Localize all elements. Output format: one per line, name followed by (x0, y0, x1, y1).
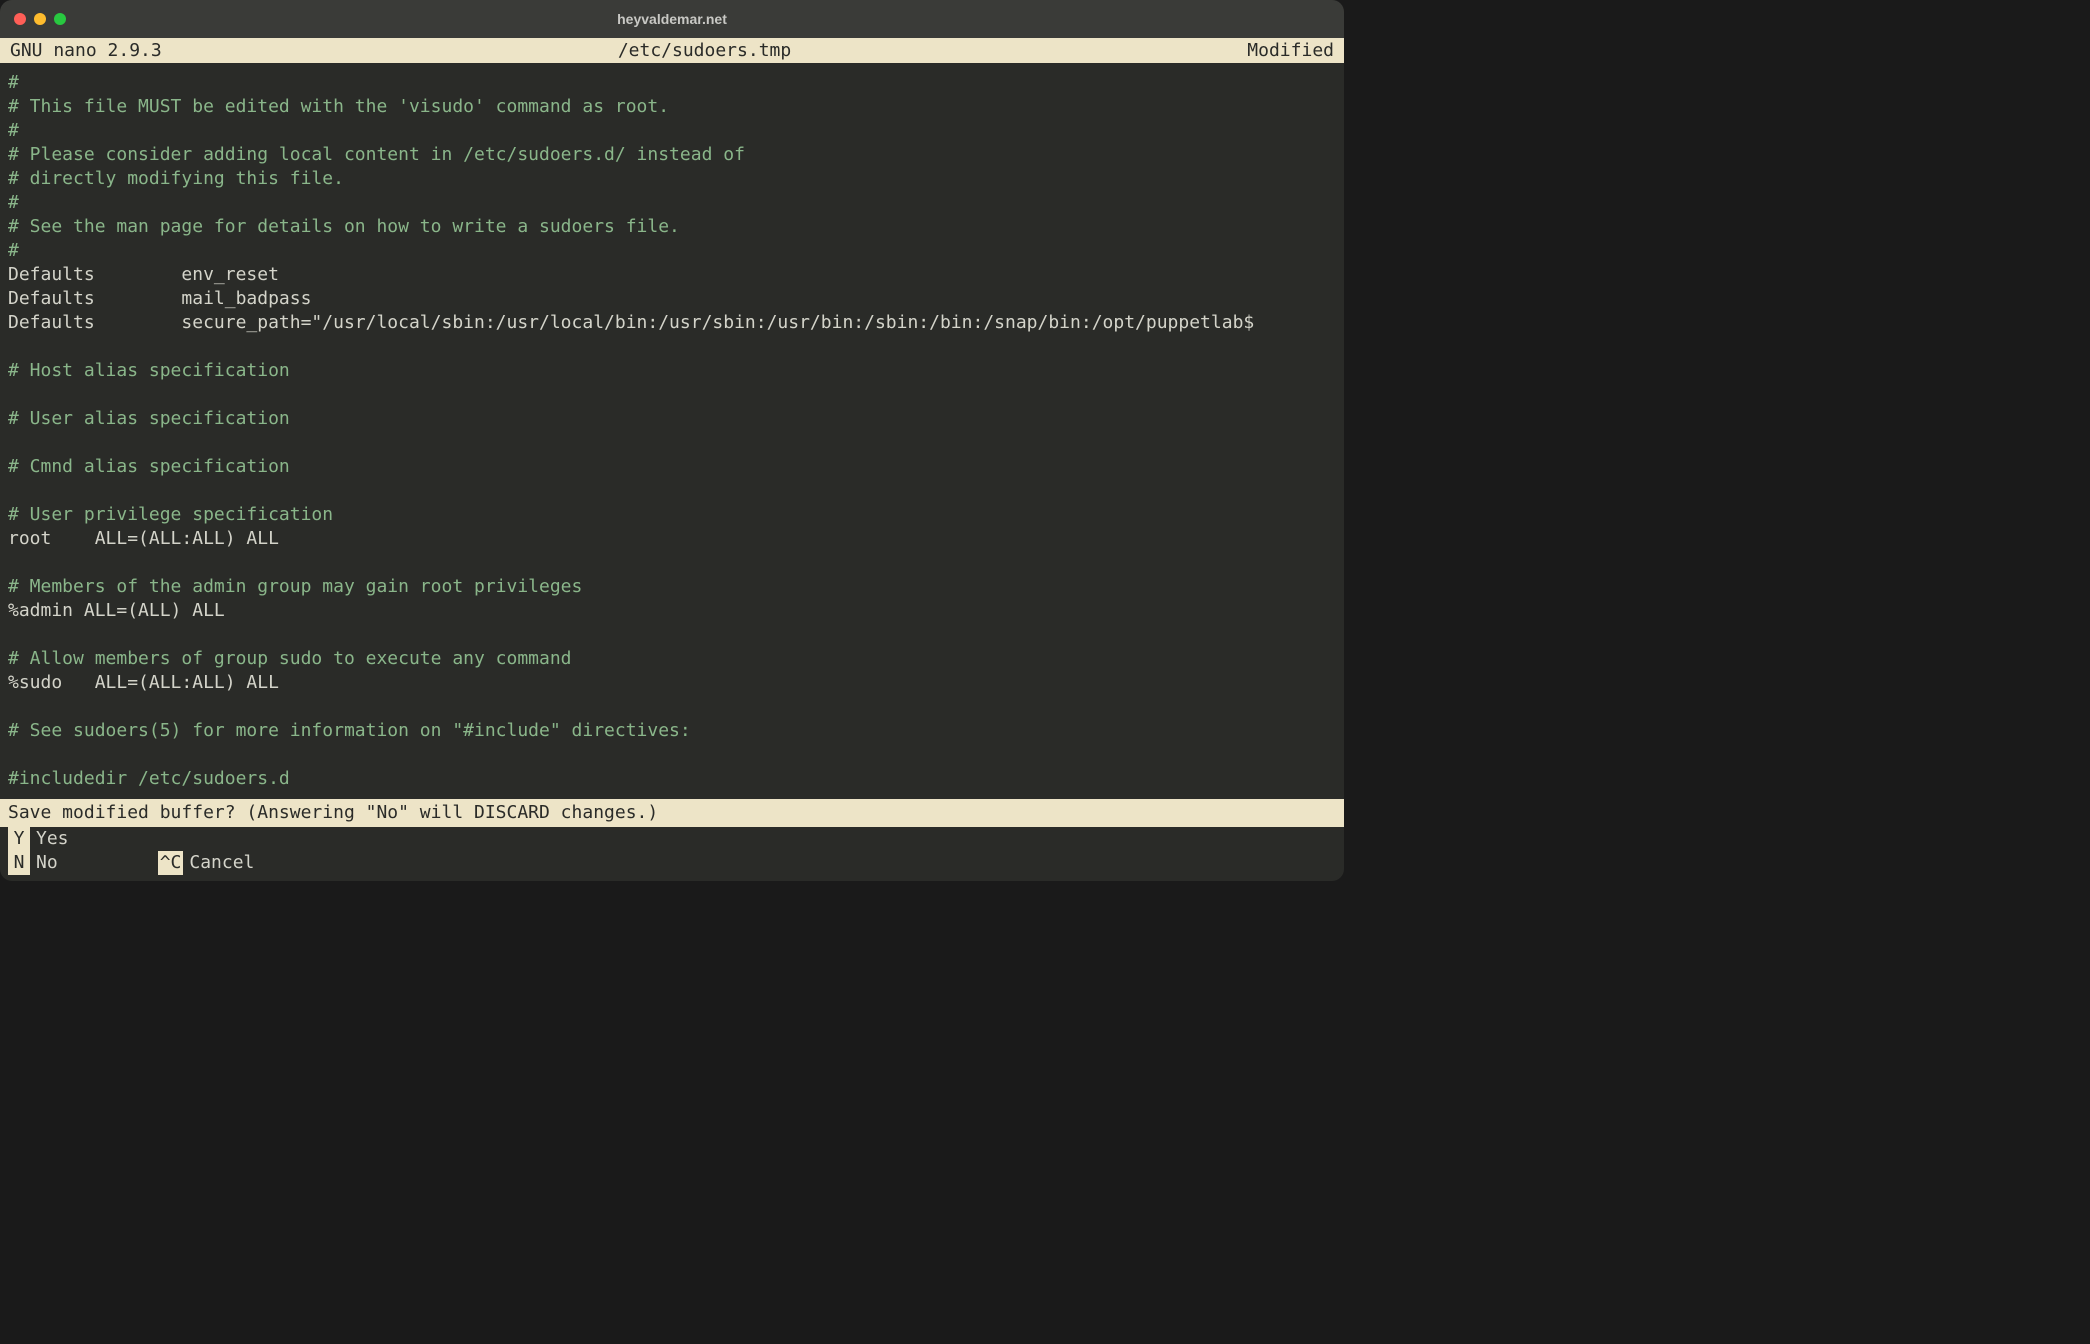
editor-line: # (8, 191, 1336, 215)
editor-line (8, 551, 1336, 575)
no-label: No (36, 851, 58, 875)
editor-line: # See sudoers(5) for more information on… (8, 719, 1336, 743)
close-icon[interactable] (14, 13, 26, 25)
editor-line: %sudo ALL=(ALL:ALL) ALL (8, 671, 1336, 695)
editor-header: GNU nano 2.9.3 /etc/sudoers.tmp Modified (0, 38, 1344, 63)
cancel-label: Cancel (189, 851, 254, 875)
editor-line (8, 383, 1336, 407)
editor-line: # Allow members of group sudo to execute… (8, 647, 1336, 671)
yes-key[interactable]: Y (8, 827, 30, 851)
no-key[interactable]: N (8, 851, 30, 875)
editor-line (8, 623, 1336, 647)
editor-line: # Members of the admin group may gain ro… (8, 575, 1336, 599)
editor-line: # Please consider adding local content i… (8, 143, 1336, 167)
traffic-lights (14, 13, 66, 25)
editor-line: # (8, 71, 1336, 95)
editor-line: # User alias specification (8, 407, 1336, 431)
editor-line: root ALL=(ALL:ALL) ALL (8, 527, 1336, 551)
editor-line: Defaults mail_badpass (8, 287, 1336, 311)
editor-line (8, 335, 1336, 359)
maximize-icon[interactable] (54, 13, 66, 25)
editor-line: Defaults env_reset (8, 263, 1336, 287)
shortcut-bar: Y Yes N No ^C Cancel (0, 827, 1344, 881)
editor-line: # Cmnd alias specification (8, 455, 1336, 479)
editor-app-name: GNU nano 2.9.3 (10, 40, 162, 61)
editor-line: # Host alias specification (8, 359, 1336, 383)
yes-label: Yes (36, 827, 69, 851)
editor-line: # (8, 119, 1336, 143)
editor-line (8, 695, 1336, 719)
editor-line: # directly modifying this file. (8, 167, 1336, 191)
titlebar: heyvaldemar.net (0, 0, 1344, 38)
editor-file-path: /etc/sudoers.tmp (162, 40, 1248, 61)
editor-line (8, 743, 1336, 767)
editor-line: # (8, 239, 1336, 263)
cancel-key[interactable]: ^C (158, 851, 184, 875)
terminal-window: heyvaldemar.net GNU nano 2.9.3 /etc/sudo… (0, 0, 1344, 881)
editor-line (8, 479, 1336, 503)
save-prompt: Save modified buffer? (Answering "No" wi… (0, 799, 1344, 827)
editor-line: Defaults secure_path="/usr/local/sbin:/u… (8, 311, 1336, 335)
minimize-icon[interactable] (34, 13, 46, 25)
editor-line: %admin ALL=(ALL) ALL (8, 599, 1336, 623)
editor-status: Modified (1247, 40, 1334, 61)
editor-line: # User privilege specification (8, 503, 1336, 527)
editor-line: # See the man page for details on how to… (8, 215, 1336, 239)
editor-line (8, 431, 1336, 455)
editor-content[interactable]: ## This file MUST be edited with the 'vi… (0, 63, 1344, 799)
window-title: heyvaldemar.net (617, 11, 727, 27)
editor-line: #includedir /etc/sudoers.d (8, 767, 1336, 791)
editor-line: # This file MUST be edited with the 'vis… (8, 95, 1336, 119)
